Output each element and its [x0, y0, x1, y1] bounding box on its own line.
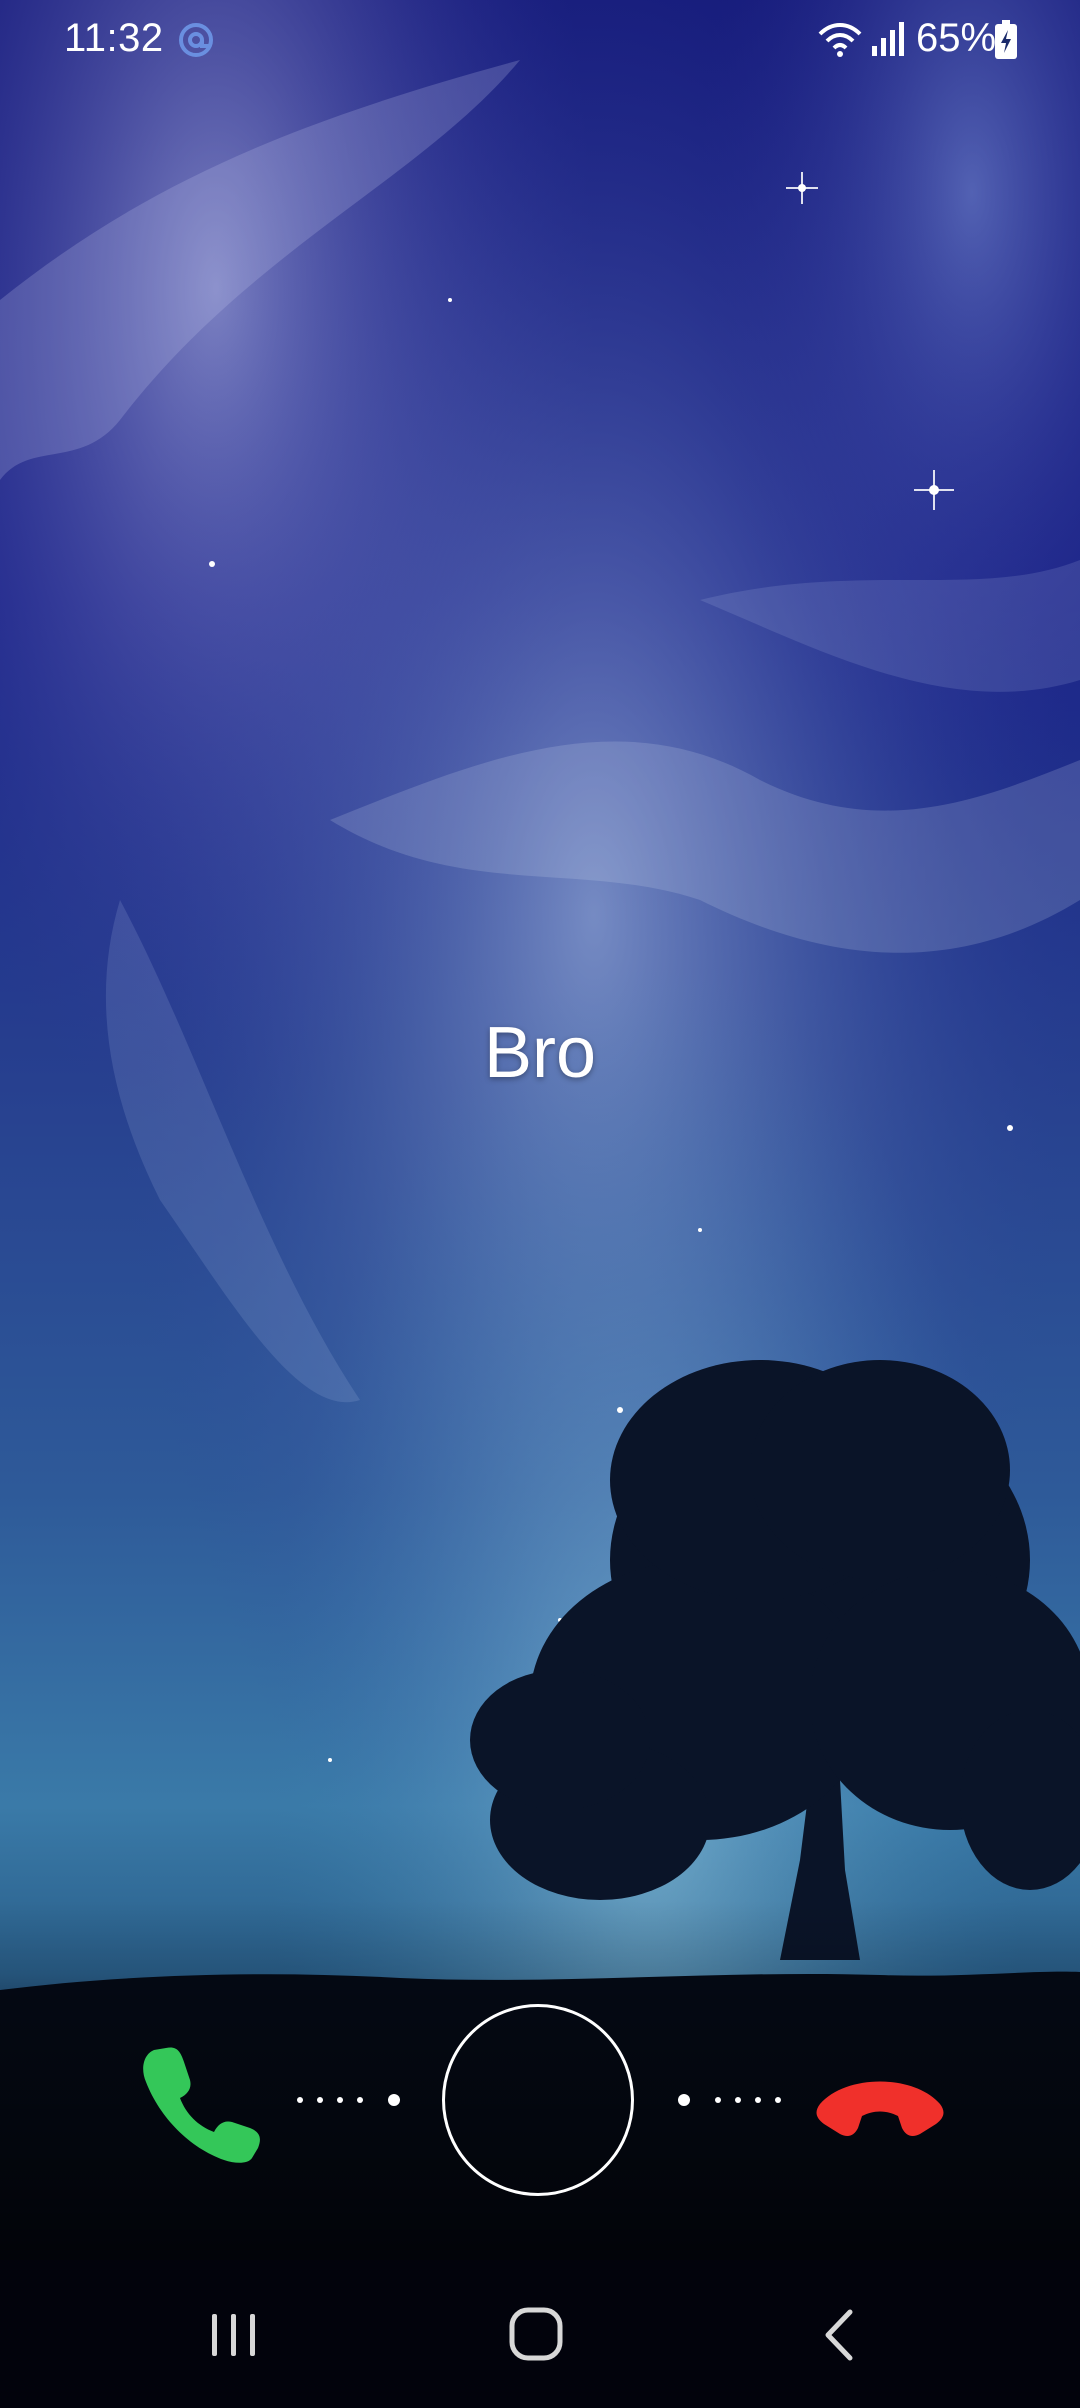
decline-call-button[interactable]: [810, 2060, 950, 2144]
home-icon: [509, 2307, 563, 2361]
status-time: 11:32: [64, 16, 164, 60]
at-sign-notification-icon: [179, 23, 213, 57]
wifi-icon: [818, 23, 862, 57]
swipe-indicator-left: [297, 2094, 400, 2106]
cellular-signal-icon: [872, 22, 904, 56]
swipe-handle[interactable]: [442, 2004, 634, 2196]
incoming-call-screen: 11:32 65% Bro: [0, 0, 1080, 2408]
navigation-bar: [0, 2260, 1080, 2408]
back-button[interactable]: [800, 2300, 880, 2370]
phone-accept-icon: [143, 2047, 260, 2163]
recent-apps-icon: [212, 2314, 255, 2356]
accept-call-button[interactable]: [136, 2040, 260, 2164]
phone-decline-icon: [816, 2081, 944, 2136]
recent-apps-button[interactable]: [194, 2300, 274, 2370]
battery-charging-icon: [995, 20, 1017, 59]
status-bar: 11:32 65%: [0, 0, 1080, 80]
battery-percentage: 65%: [916, 16, 997, 60]
caller-name: Bro: [483, 1013, 597, 1093]
home-button[interactable]: [496, 2300, 576, 2370]
swipe-indicator-right: [678, 2094, 781, 2106]
back-chevron-icon: [825, 2309, 853, 2361]
